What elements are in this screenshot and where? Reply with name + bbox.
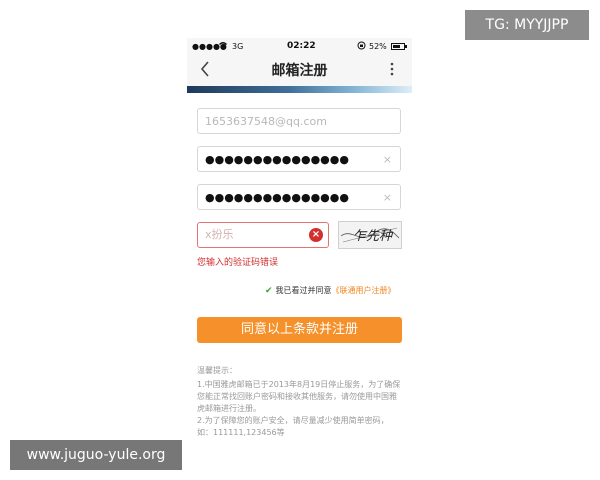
confirm-password-field[interactable]: ●●●●●●●●●●●●●●● ×: [197, 184, 401, 210]
back-chevron-icon[interactable]: [199, 60, 215, 80]
agreement-link[interactable]: 《联通用户注册》: [332, 286, 396, 295]
email-value: 1653637548@qq.com: [205, 115, 327, 128]
clear-confirm-password-icon[interactable]: ×: [383, 185, 392, 211]
captcha-image[interactable]: 乍先种: [338, 221, 402, 249]
page-title: 邮箱注册: [271, 63, 328, 79]
battery-icon: [391, 43, 407, 50]
captcha-input[interactable]: x扮乐 ×: [197, 222, 329, 248]
tips-title: 温馨提示：: [197, 366, 237, 375]
error-close-icon[interactable]: ×: [309, 228, 323, 242]
status-time: 02:22: [287, 41, 316, 51]
password-value: ●●●●●●●●●●●●●●●: [205, 153, 349, 166]
tip-item-2: 2.为了保障您的账户安全，请尽量减少使用简单密码，如：111111,123456…: [197, 416, 389, 437]
tip-item-1: 1.中国雅虎邮箱已于2013年8月19日停止服务，为了确保您能正常找回账户密码和…: [197, 380, 401, 413]
captcha-error-message: 您输入的验证码错误: [197, 258, 279, 268]
watermark-tg: TG: MYYJJPP: [465, 10, 589, 40]
status-bar: ●●●●● 3G 02:22 52%: [187, 38, 412, 56]
captcha-image-text: 乍先种: [353, 229, 394, 244]
carrier-icon: [218, 41, 228, 53]
more-options-icon[interactable]: [385, 62, 399, 80]
watermark-url: www.juguo-yule.org: [10, 440, 182, 470]
captcha-value: x扮乐: [205, 228, 234, 241]
phone-screen: ●●●●● 3G 02:22 52% 邮箱注册 1653637548@qq.co…: [187, 38, 412, 480]
agree-register-button[interactable]: 同意以上条款并注册: [197, 317, 402, 343]
header-banner-stripe: [187, 86, 412, 93]
confirm-password-value: ●●●●●●●●●●●●●●●: [205, 191, 349, 204]
agreement-text: 我已看过并同意: [275, 286, 332, 295]
battery-percent: 52%: [369, 42, 387, 51]
rotation-lock-icon: [357, 41, 366, 52]
clear-password-icon[interactable]: ×: [383, 147, 392, 173]
agreement-row[interactable]: ✔ 我已看过并同意《联通用户注册》: [265, 285, 396, 296]
checkmark-icon[interactable]: ✔: [265, 286, 273, 296]
nav-bar: 邮箱注册: [187, 56, 412, 86]
network-type: 3G: [232, 42, 244, 51]
email-field[interactable]: 1653637548@qq.com: [197, 108, 401, 134]
tips-section: 温馨提示： 1.中国雅虎邮箱已于2013年8月19日停止服务，为了确保您能正常找…: [197, 365, 403, 439]
password-field[interactable]: ●●●●●●●●●●●●●●● ×: [197, 146, 401, 172]
